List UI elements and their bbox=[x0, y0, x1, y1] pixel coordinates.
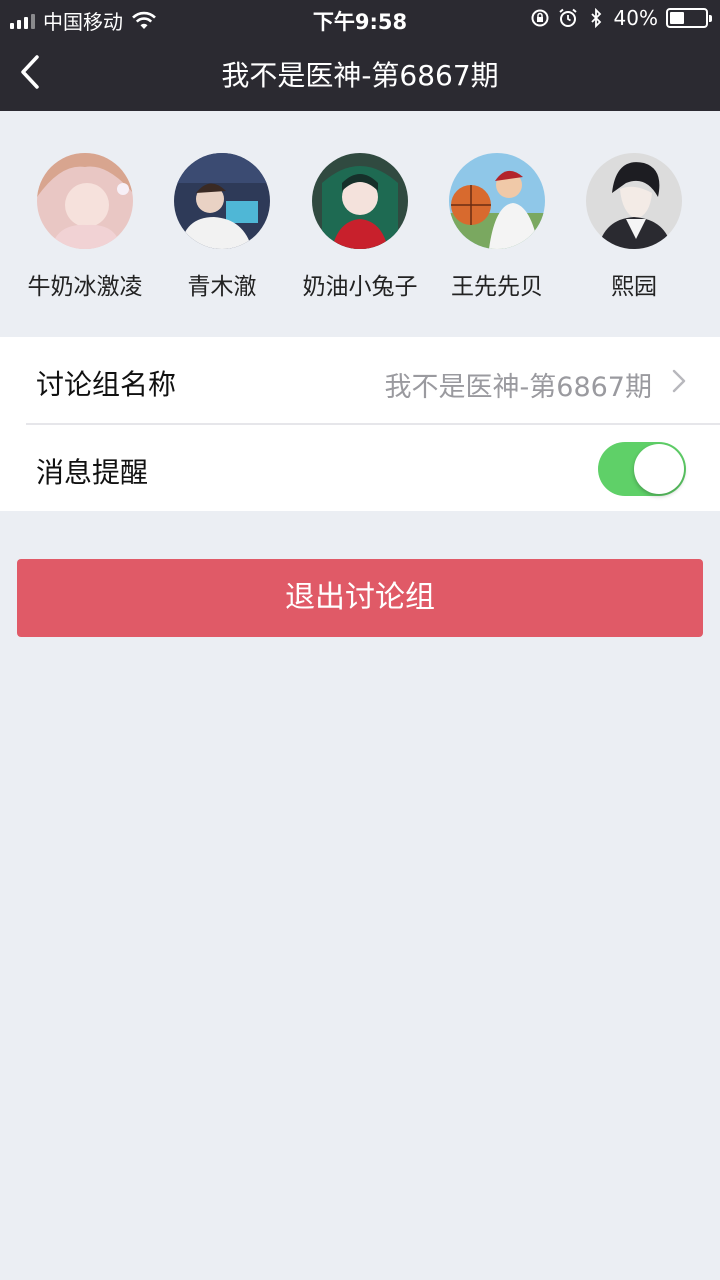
page-title: 我不是医神-第6867期 bbox=[221, 59, 499, 92]
alarm-icon bbox=[558, 8, 577, 27]
member-item[interactable]: 牛奶冰激凌 bbox=[15, 153, 155, 301]
avatar-image bbox=[312, 153, 408, 249]
group-name-label: 讨论组名称 bbox=[36, 368, 177, 401]
member-name: 青木澈 bbox=[187, 274, 257, 300]
group-name-value: 我不是医神-第6867期 bbox=[384, 372, 652, 403]
member-name: 王先先贝 bbox=[451, 274, 543, 300]
battery-icon bbox=[666, 8, 712, 28]
top-bar: 中国移动 下午9:58 40% 我不是医神-第6867期 bbox=[0, 0, 720, 111]
avatar bbox=[586, 153, 682, 249]
rotation-lock-icon bbox=[531, 9, 549, 27]
exit-group-button[interactable]: 退出讨论组 bbox=[17, 559, 703, 637]
avatar bbox=[37, 153, 133, 249]
status-right: 40% bbox=[530, 6, 712, 30]
member-name: 牛奶冰激凌 bbox=[27, 274, 143, 300]
member-name: 奶油小兔子 bbox=[302, 274, 418, 300]
battery-level bbox=[670, 12, 684, 24]
member-item[interactable]: 熙园 bbox=[564, 153, 704, 301]
avatar-image bbox=[586, 153, 682, 249]
toggle-knob bbox=[634, 444, 684, 494]
bluetooth-icon bbox=[590, 8, 601, 28]
notify-row: 消息提醒 bbox=[0, 425, 720, 511]
avatar bbox=[312, 153, 408, 249]
battery-percent: 40% bbox=[613, 6, 658, 30]
avatar-image bbox=[449, 153, 545, 249]
avatar bbox=[174, 153, 270, 249]
member-item[interactable]: 青木澈 bbox=[152, 153, 292, 301]
member-list: 牛奶冰激凌 青木澈 奶油小兔子 王先先贝 熙园 bbox=[0, 111, 720, 337]
member-name: 熙园 bbox=[611, 274, 657, 300]
avatar bbox=[449, 153, 545, 249]
app-root: 中国移动 下午9:58 40% 我不是医神-第6867期 牛奶冰激凌 青木澈 奶… bbox=[0, 0, 720, 1280]
group-name-row[interactable]: 讨论组名称 我不是医神-第6867期 bbox=[0, 337, 720, 425]
notify-label: 消息提醒 bbox=[36, 456, 149, 489]
nav-bar: 我不是医神-第6867期 bbox=[0, 36, 720, 111]
settings-list: 讨论组名称 我不是医神-第6867期 消息提醒 bbox=[0, 337, 720, 511]
member-item[interactable]: 奶油小兔子 bbox=[290, 153, 430, 301]
status-bar: 中国移动 下午9:58 40% bbox=[0, 0, 720, 36]
notify-toggle[interactable] bbox=[598, 442, 686, 496]
avatar-image bbox=[37, 153, 133, 249]
chevron-right-icon bbox=[672, 369, 686, 393]
member-item[interactable]: 王先先贝 bbox=[427, 153, 567, 301]
avatar-image bbox=[174, 153, 270, 249]
